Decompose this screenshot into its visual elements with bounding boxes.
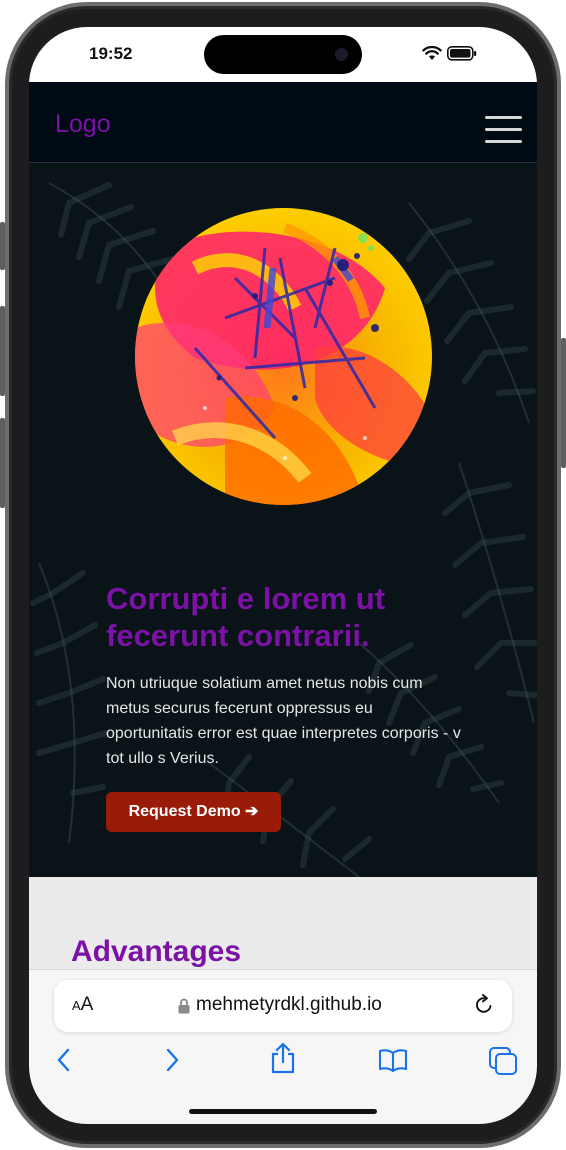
reload-icon[interactable]: [473, 994, 495, 1016]
hero-description: Non utriuque solatium amet netus nobis c…: [106, 675, 461, 767]
site-logo[interactable]: Logo: [55, 110, 111, 139]
url-text[interactable]: mehmetyrdkl.github.io: [196, 994, 382, 1016]
dynamic-island: [204, 35, 362, 74]
advantages-section: Advantages: [29, 877, 537, 977]
advantages-title: Advantages: [71, 935, 242, 968]
volume-down-button: [0, 418, 5, 508]
wifi-icon: [422, 45, 442, 60]
site-header: Logo: [29, 82, 537, 163]
back-icon[interactable]: [55, 1047, 73, 1073]
camera-icon: [335, 48, 348, 61]
address-bar[interactable]: AA mehmetyrdkl.github.io: [54, 980, 512, 1032]
lock-icon: [178, 998, 190, 1014]
screen: 19:52 Logo Corrupti e lorem ut fecerunt …: [29, 27, 537, 1124]
tabs-icon[interactable]: [488, 1046, 518, 1076]
action-button: [0, 222, 5, 270]
browser-toolbar: AA mehmetyrdkl.github.io: [29, 969, 537, 1124]
status-time: 19:52: [89, 44, 133, 63]
home-indicator: [189, 1109, 377, 1114]
hamburger-icon[interactable]: [485, 116, 522, 143]
forward-icon[interactable]: [163, 1047, 181, 1073]
hero-title: Corrupti e lorem ut fecerunt contrarii.: [106, 581, 386, 653]
volume-up-button: [0, 306, 5, 396]
power-button: [561, 338, 566, 468]
hero-section: Corrupti e lorem ut fecerunt contrarii. …: [29, 163, 537, 877]
status-bar: 19:52: [29, 27, 537, 82]
request-demo-button[interactable]: Request Demo ➔: [106, 792, 281, 832]
bookmarks-icon[interactable]: [378, 1048, 408, 1072]
hero-artwork: [135, 208, 432, 505]
share-icon[interactable]: [270, 1042, 296, 1074]
text-size-button[interactable]: AA: [72, 994, 93, 1016]
battery-icon: [447, 46, 477, 61]
